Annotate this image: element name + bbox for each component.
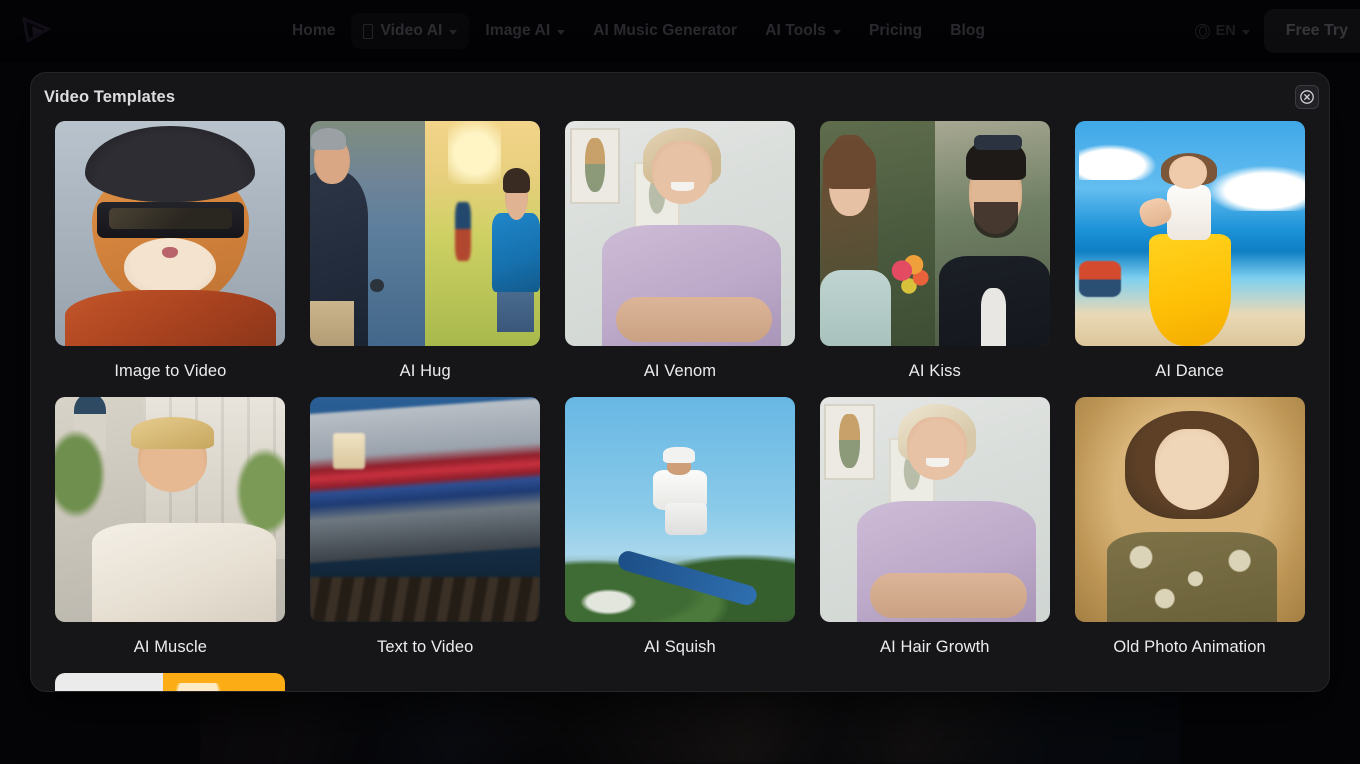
template-card[interactable]: AI Hair Growth (807, 397, 1062, 659)
cat-artwork (55, 121, 286, 346)
template-label: AI Hug (399, 362, 451, 380)
page-title: Video Templates (44, 87, 176, 106)
modal-header: Video Templates (31, 73, 1329, 121)
train-artwork (310, 397, 541, 622)
template-thumbnail[interactable] (1074, 397, 1305, 622)
close-button[interactable] (1295, 85, 1319, 109)
template-thumbnail-partial[interactable] (55, 673, 286, 691)
template-thumbnail[interactable] (564, 121, 795, 346)
template-thumbnail[interactable] (310, 121, 541, 346)
skateboarder-artwork (564, 397, 795, 622)
templates-grid: Image to Video AI Hug AI Venom AI Kiss A… (43, 121, 1317, 659)
templates-scroll-area[interactable]: Image to Video AI Hug AI Venom AI Kiss A… (31, 121, 1329, 691)
template-label: AI Dance (1155, 362, 1224, 380)
template-label: AI Kiss (908, 362, 961, 380)
template-label: Image to Video (114, 362, 227, 380)
template-label: AI Muscle (133, 638, 208, 656)
split-artwork (819, 121, 1050, 346)
template-thumbnail[interactable] (55, 397, 286, 622)
template-card[interactable]: AI Muscle (43, 397, 298, 659)
template-thumbnail[interactable] (819, 397, 1050, 622)
template-card[interactable]: AI Squish (553, 397, 808, 659)
video-templates-modal: Video Templates Image to Video AI Hug AI… (30, 72, 1330, 692)
template-thumbnail[interactable] (819, 121, 1050, 346)
split-artwork (310, 121, 541, 346)
template-card[interactable]: AI Venom (553, 121, 808, 383)
hair-growth-artwork (819, 397, 1050, 622)
template-label: AI Hair Growth (879, 638, 990, 656)
template-card[interactable]: AI Dance (1062, 121, 1317, 383)
template-thumbnail[interactable] (310, 397, 541, 622)
close-icon (1300, 90, 1314, 104)
template-thumbnail[interactable] (1074, 121, 1305, 346)
templates-grid-next-row (43, 673, 1317, 691)
app-root: Home Video AI Image AI AI Music Generato… (0, 0, 1360, 764)
template-thumbnail[interactable] (564, 397, 795, 622)
template-card[interactable]: Old Photo Animation (1062, 397, 1317, 659)
street-man-artwork (55, 397, 286, 622)
template-label: Old Photo Animation (1113, 638, 1266, 656)
beach-dance-artwork (1074, 121, 1305, 346)
template-thumbnail[interactable] (55, 121, 286, 346)
template-card-partial[interactable] (43, 673, 298, 691)
template-card[interactable]: AI Kiss (807, 121, 1062, 383)
template-label: AI Squish (644, 638, 716, 656)
old-photo-artwork (1074, 397, 1305, 622)
template-label: AI Venom (643, 362, 717, 380)
woman-portrait-artwork (564, 121, 795, 346)
template-card[interactable]: Image to Video (43, 121, 298, 383)
template-label: Text to Video (376, 638, 474, 656)
template-card[interactable]: AI Hug (298, 121, 553, 383)
template-card[interactable]: Text to Video (298, 397, 553, 659)
